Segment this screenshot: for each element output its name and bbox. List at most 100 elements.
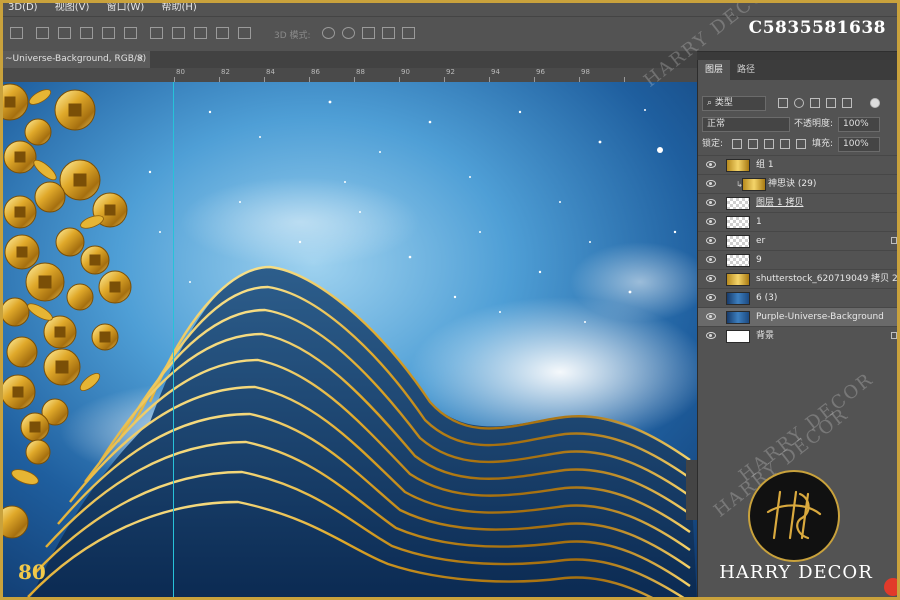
menu-item-3d[interactable]: 3D(D) [8, 2, 38, 13]
layer-row[interactable]: ↳ 神思诀 (29) [698, 174, 900, 193]
opacity-label: 不透明度: [794, 119, 834, 129]
document-tab-title: ~Universe-Background, RGB/8) [5, 54, 147, 64]
ruler-tick: 98 [581, 68, 590, 76]
layer-row[interactable]: 背景 [698, 326, 900, 345]
eye-icon[interactable] [706, 199, 716, 206]
ruler-tick: 92 [446, 68, 455, 76]
menu-item-window[interactable]: 窗口(W) [107, 2, 145, 13]
filter-shape-icon[interactable] [826, 98, 836, 108]
tab-layers[interactable]: 图层 [698, 60, 731, 80]
align-left-icon[interactable] [10, 27, 23, 39]
layer-list: 组 1 ↳ 神思诀 (29) 图层 1 拷贝 1 er 9 shuttersto… [698, 155, 900, 345]
distribute-bottom-icon[interactable] [238, 27, 251, 39]
eye-icon[interactable] [706, 275, 716, 282]
notification-badge [884, 578, 900, 596]
3d-rotate-icon[interactable] [322, 27, 335, 39]
layer-name: 组 1 [756, 160, 774, 170]
layer-row[interactable]: 6 (3) [698, 288, 900, 307]
filter-smartobject-icon[interactable] [842, 98, 852, 108]
eye-icon[interactable] [706, 256, 716, 263]
3d-slide-icon[interactable] [382, 27, 395, 39]
ruler-tick: 86 [311, 68, 320, 76]
image-canvas[interactable]: 80 [0, 82, 697, 600]
lock-artboard-icon[interactable] [780, 139, 790, 149]
document-tab-bar: ~Universe-Background, RGB/8) × [0, 51, 697, 68]
layer-name: 神思诀 (29) [768, 179, 817, 189]
distribute-center-icon[interactable] [172, 27, 185, 39]
cloud [180, 177, 420, 267]
harry-decor-logo [748, 470, 840, 562]
layer-thumbnail [726, 235, 750, 248]
distribute-right-icon[interactable] [194, 27, 207, 39]
layer-name: er [756, 236, 766, 246]
layer-row[interactable]: 9 [698, 250, 900, 269]
lock-icon [891, 237, 897, 244]
close-icon[interactable]: × [136, 51, 144, 68]
layer-row[interactable]: 图层 1 拷贝 [698, 193, 900, 212]
eye-icon[interactable] [706, 332, 716, 339]
layer-row[interactable]: 1 [698, 212, 900, 231]
3d-camera-icon[interactable] [402, 27, 415, 39]
filter-type-icon[interactable] [810, 98, 820, 108]
layer-thumbnail [726, 216, 750, 229]
layer-row[interactable]: shutterstock_620719049 拷贝 2 [698, 269, 900, 288]
document-tab[interactable]: ~Universe-Background, RGB/8) × [0, 51, 150, 68]
menu-item-view[interactable]: 视图(V) [55, 2, 90, 13]
eye-icon[interactable] [706, 161, 716, 168]
align-top-icon[interactable] [80, 27, 93, 39]
distribute-top-icon[interactable] [216, 27, 229, 39]
filter-adjustment-icon[interactable] [794, 98, 804, 108]
layer-thumbnail [726, 311, 750, 324]
lock-transparent-icon[interactable] [732, 139, 742, 149]
filter-pixel-icon[interactable] [778, 98, 788, 108]
artwork-svg [0, 82, 697, 600]
3d-mode-label: 3D 模式: [274, 31, 311, 41]
canvas-number: 80 [18, 560, 46, 584]
filter-toggle-icon[interactable] [870, 98, 880, 108]
logo-monogram-icon [766, 490, 822, 540]
eye-icon[interactable] [706, 237, 716, 244]
layer-filter-value: 类型 [714, 98, 733, 108]
align-bottom-icon[interactable] [124, 27, 137, 39]
ruler-tick: 96 [536, 68, 545, 76]
3d-roll-icon[interactable] [342, 27, 355, 39]
opacity-input[interactable]: 100% [838, 117, 880, 132]
layer-filter-select[interactable]: ⌕ 类型 [702, 96, 766, 111]
layer-name: Purple-Universe-Background [756, 312, 884, 322]
collapsed-panel-strip[interactable] [686, 460, 697, 520]
eye-icon[interactable] [706, 294, 716, 301]
lock-position-icon[interactable] [764, 139, 774, 149]
ruler-tick: 82 [221, 68, 230, 76]
layer-thumbnail [726, 159, 750, 172]
align-right-icon[interactable] [58, 27, 71, 39]
eye-icon[interactable] [706, 180, 716, 187]
layer-row-selected[interactable]: Purple-Universe-Background [698, 307, 900, 326]
layer-name: 9 [756, 255, 762, 265]
layer-thumbnail [726, 330, 750, 343]
fill-input[interactable]: 100% [838, 137, 880, 152]
search-icon: ⌕ [707, 98, 715, 108]
3d-pan-icon[interactable] [362, 27, 375, 39]
layer-row[interactable]: er [698, 231, 900, 250]
align-vcenter-icon[interactable] [102, 27, 115, 39]
panel-tabs: 图层 路径 [698, 60, 900, 80]
brand-name: HARRY DECOR [719, 562, 873, 583]
layer-name: 背景 [756, 331, 775, 341]
layer-thumbnail [726, 273, 750, 286]
tab-paths[interactable]: 路径 [730, 60, 762, 80]
layer-thumbnail [726, 292, 750, 305]
lock-label: 锁定: [702, 139, 724, 149]
eye-icon[interactable] [706, 218, 716, 225]
cyan-guide-line[interactable] [173, 82, 174, 600]
blend-mode-select[interactable]: 正常 [702, 117, 790, 132]
menu-item-help[interactable]: 帮助(H) [162, 2, 197, 13]
layer-row[interactable]: 组 1 [698, 155, 900, 174]
layer-thumbnail [742, 178, 766, 191]
ruler-tick: 84 [266, 68, 275, 76]
eye-icon[interactable] [706, 313, 716, 320]
lock-image-icon[interactable] [748, 139, 758, 149]
align-hcenter-icon[interactable] [36, 27, 49, 39]
lock-all-icon[interactable] [796, 139, 806, 149]
ruler-tick: 90 [401, 68, 410, 76]
distribute-left-icon[interactable] [150, 27, 163, 39]
